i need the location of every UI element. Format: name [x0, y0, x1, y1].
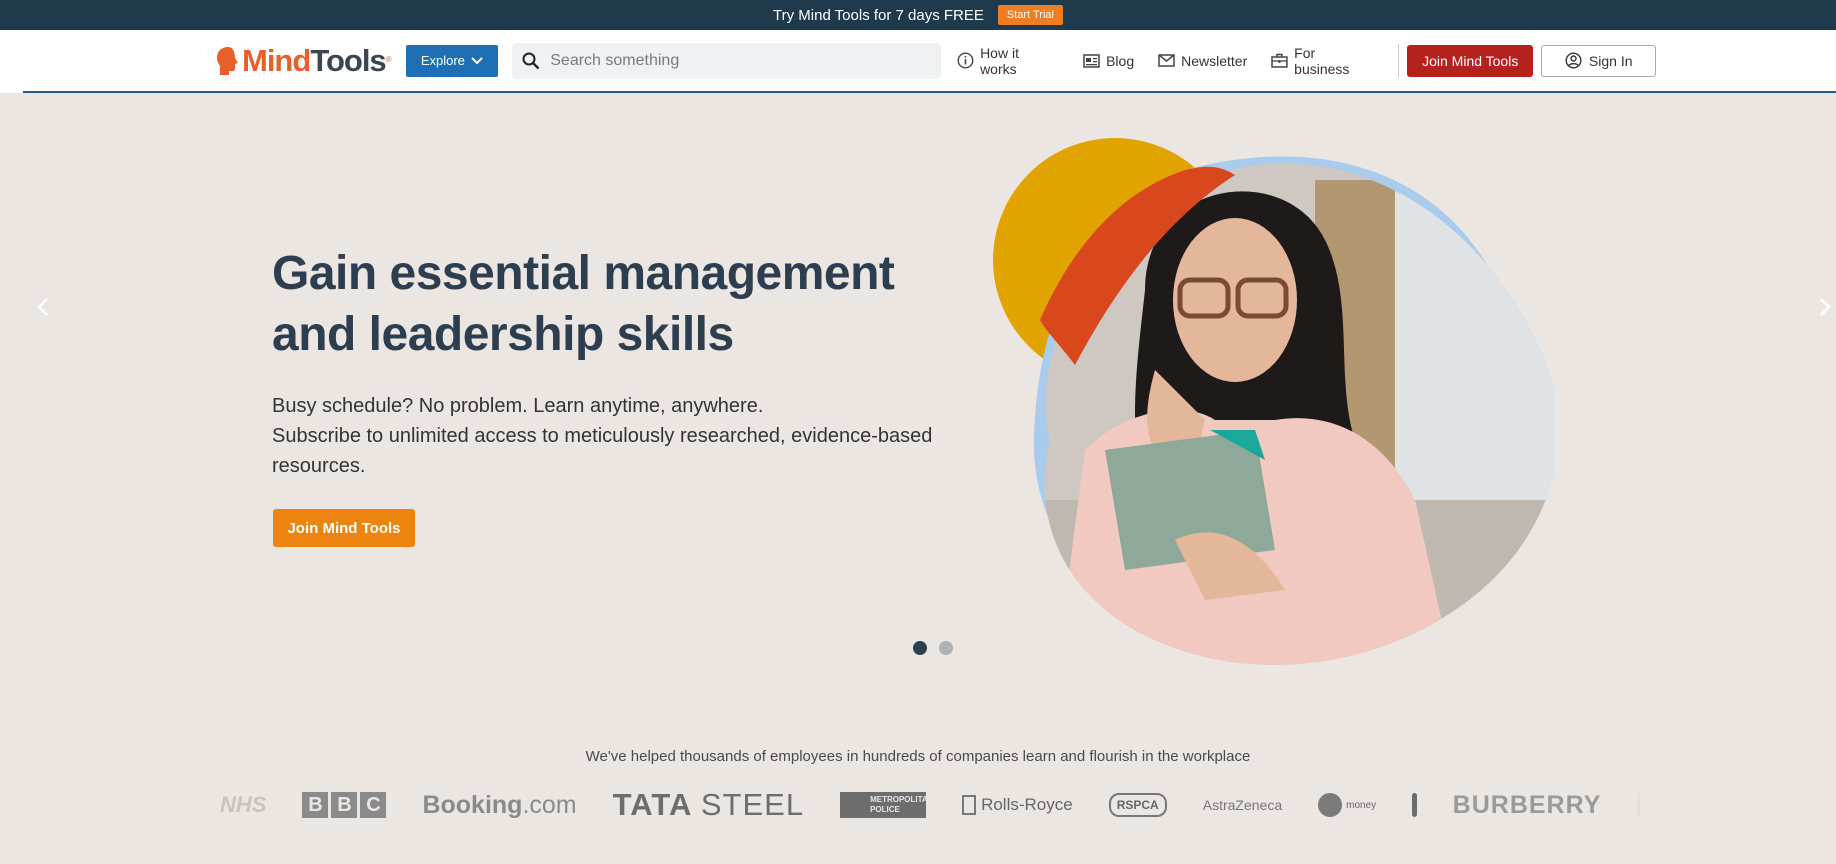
nav-label: For business	[1294, 44, 1350, 77]
nav-blog[interactable]: Blog	[1083, 53, 1134, 69]
rolls-royce-mark-icon	[962, 795, 977, 815]
header-nav: How it works Blog Newsletter For busines…	[957, 43, 1656, 78]
rspca-logo: RSPCA	[1108, 793, 1167, 817]
clients-caption: We've helped thousands of employees in h…	[585, 748, 1251, 765]
info-icon	[957, 52, 974, 69]
burberry-logo: BURBERRY	[1452, 790, 1602, 819]
nav-label: Newsletter	[1181, 52, 1248, 69]
explore-label: Explore	[420, 53, 465, 68]
sign-in-label: Sign In	[1588, 52, 1633, 69]
logo-wordmark: MindTools	[242, 42, 387, 78]
start-trial-button[interactable]: Start Trial	[997, 5, 1063, 25]
virgin-mark-icon	[1318, 793, 1343, 817]
registered-mark: ®	[385, 54, 392, 64]
search-bar[interactable]	[512, 42, 942, 79]
join-mind-tools-hero-button[interactable]: Join Mind Tools	[273, 509, 415, 547]
carousel-prev-arrow-icon[interactable]	[34, 297, 54, 317]
search-input[interactable]	[550, 51, 931, 70]
envelope-icon	[1158, 54, 1175, 67]
carousel-dot-1[interactable]	[913, 641, 927, 655]
metropolitan-police-logo: METROPOLITAN POLICE	[840, 792, 933, 818]
chevron-down-icon	[471, 56, 483, 64]
sign-in-button[interactable]: Sign In	[1541, 44, 1656, 77]
hero-subtitle-line: Subscribe to unlimited access to meticul…	[272, 425, 933, 477]
search-icon	[522, 52, 540, 69]
blog-icon	[1083, 53, 1100, 68]
hero-carousel: Gain essential management and leadership…	[0, 93, 1836, 733]
nav-newsletter[interactable]: Newsletter	[1158, 53, 1247, 69]
nav-label: How it works	[980, 44, 1019, 77]
explore-button[interactable]: Explore	[405, 44, 499, 77]
astrazeneca-logo: AstraZeneca	[1202, 797, 1283, 813]
hero-title: Gain essential management and leadership…	[272, 247, 895, 361]
nav-how-it-works[interactable]: How it works	[957, 45, 1059, 77]
head-logo-icon	[217, 46, 238, 75]
hero-illustration	[993, 138, 1555, 665]
site-header: MindTools ® Explore How it works Blog Ne…	[0, 30, 1836, 93]
hero-subtitle: Busy schedule? No problem. Learn anytime…	[272, 391, 952, 481]
mlb-logo	[1412, 793, 1417, 817]
nav-divider	[1397, 43, 1399, 78]
tata-steel-logo: TATA STEEL	[612, 787, 805, 822]
join-mind-tools-header-button[interactable]: Join Mind Tools	[1406, 44, 1534, 77]
client-logos: NHS BBC Booking.com TATA STEEL METROPOLI…	[220, 787, 1640, 822]
nav-label: Blog	[1106, 52, 1135, 69]
hero-subtitle-line: Busy schedule? No problem. Learn anytime…	[272, 395, 764, 417]
rolls-royce-logo: Rolls-Royce	[962, 795, 1073, 815]
faded-logo	[1637, 793, 1640, 817]
briefcase-icon	[1271, 53, 1288, 68]
promo-bar: Try Mind Tools for 7 days FREE Start Tri…	[0, 0, 1836, 30]
promo-text: Try Mind Tools for 7 days FREE	[773, 6, 984, 24]
booking-logo: Booking.com	[422, 790, 577, 819]
carousel-next-arrow-icon[interactable]	[1814, 297, 1834, 317]
virgin-money-logo: money	[1318, 793, 1376, 817]
bbc-logo: BBC	[302, 792, 387, 818]
carousel-dot-2[interactable]	[939, 641, 953, 655]
mindtools-logo[interactable]: MindTools ®	[216, 43, 406, 79]
user-circle-icon	[1565, 52, 1582, 69]
carousel-dots	[913, 641, 953, 655]
nav-for-business[interactable]: For business	[1271, 45, 1374, 77]
nhs-logo: NHS	[220, 792, 267, 817]
